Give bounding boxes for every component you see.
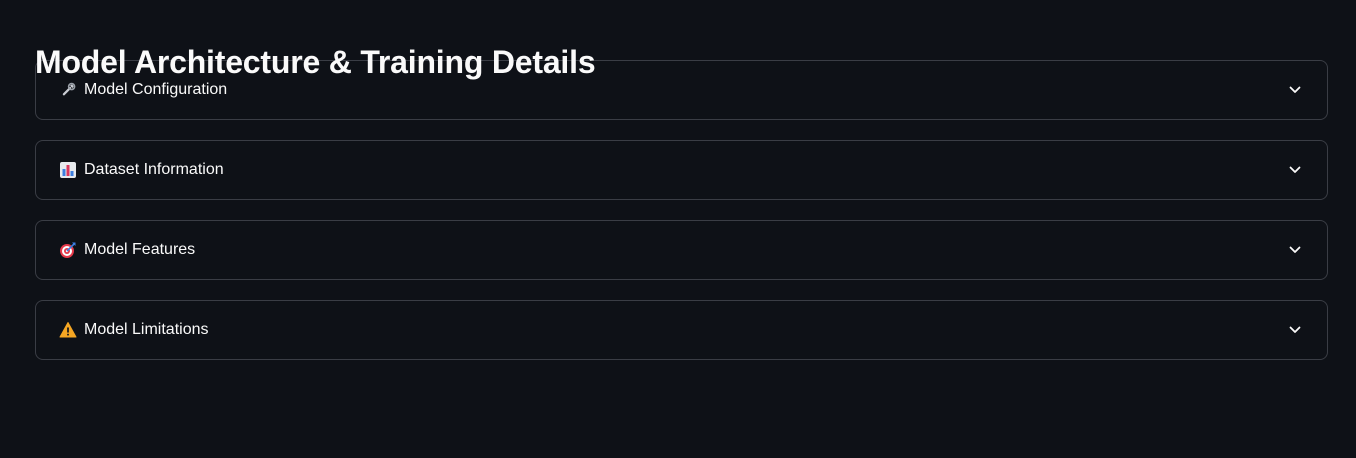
bar-chart-icon [59, 161, 77, 179]
expander-label: Model Features [84, 241, 196, 258]
chevron-down-icon[interactable] [1287, 242, 1303, 258]
expander-label: Model Configuration [84, 81, 228, 98]
target-icon [59, 241, 77, 259]
chevron-down-icon[interactable] [1287, 162, 1303, 178]
page-title: Model Architecture & Training Details [35, 44, 596, 80]
expander-model-limitations[interactable]: Model Limitations [35, 300, 1328, 360]
chevron-down-icon[interactable] [1287, 322, 1303, 338]
expander-dataset-information[interactable]: Dataset Information [35, 140, 1328, 200]
expander-label: Model Limitations [84, 321, 209, 338]
expander-model-features[interactable]: Model Features [35, 220, 1328, 280]
expander-list: Model Configuration Dataset Information [35, 60, 1328, 360]
chevron-down-icon[interactable] [1287, 82, 1303, 98]
wrench-icon [59, 81, 77, 99]
warning-icon [59, 321, 77, 339]
expander-label: Dataset Information [84, 161, 224, 178]
page: Model Architecture & Training Details Mo… [0, 0, 1356, 458]
